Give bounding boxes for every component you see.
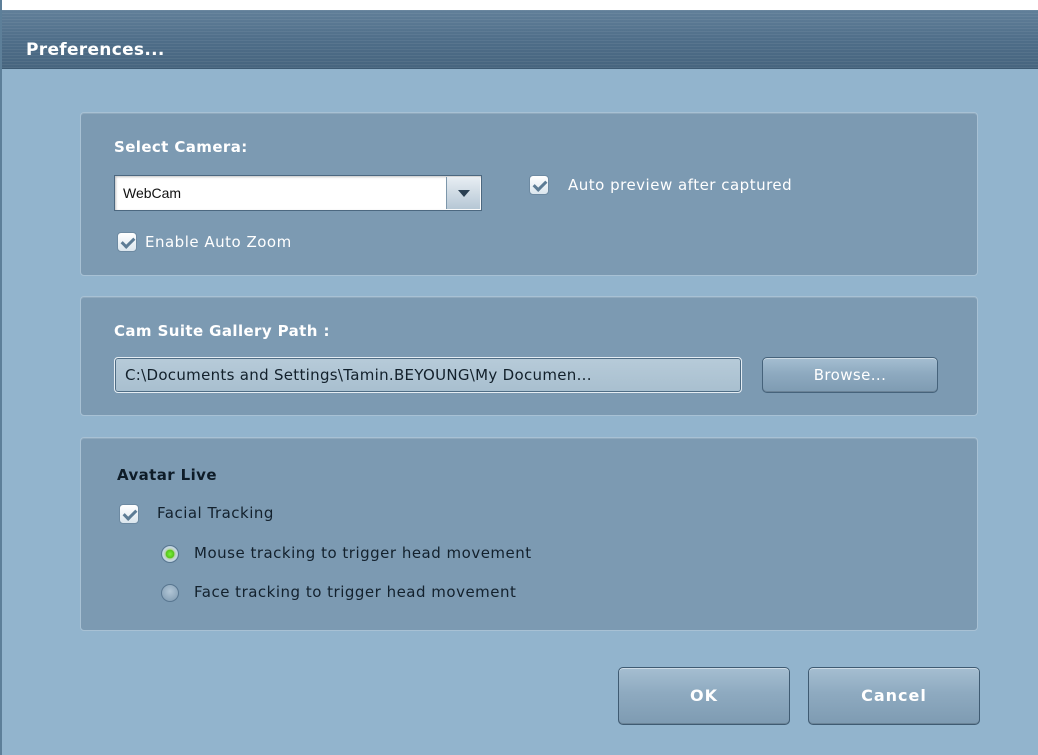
gallery-path-field[interactable]: C:\Documents and Settings\Tamin.BEYOUNG\… [114,357,742,393]
title-bar[interactable]: Preferences... [2,10,1038,69]
auto-zoom-checkbox[interactable] [117,232,137,252]
cancel-button[interactable]: Cancel [808,667,980,725]
gallery-heading: Cam Suite Gallery Path : [114,322,330,340]
facial-tracking-label[interactable]: Facial Tracking [157,504,274,522]
auto-preview-label[interactable]: Auto preview after captured [568,176,792,194]
gallery-path-panel: Cam Suite Gallery Path : C:\Documents an… [80,296,978,416]
auto-preview-checkbox[interactable] [529,175,549,195]
camera-select[interactable]: WebCam [114,175,482,211]
ok-button[interactable]: OK [618,667,790,725]
avatar-heading: Avatar Live [117,466,217,484]
mouse-tracking-radio[interactable] [161,545,179,563]
face-tracking-radio[interactable] [161,584,179,602]
camera-heading: Select Camera: [114,138,248,156]
preferences-window: Preferences... Select Camera: WebCam Aut… [0,0,1038,755]
window-title: Preferences... [26,40,165,60]
gallery-path-value: C:\Documents and Settings\Tamin.BEYOUNG\… [125,366,592,384]
camera-panel: Select Camera: WebCam Auto preview after… [80,112,978,276]
browse-button[interactable]: Browse... [762,357,938,393]
avatar-live-panel: Avatar Live Facial Tracking Mouse tracki… [80,437,978,631]
dropdown-button[interactable] [446,177,480,209]
chevron-down-icon [458,190,470,197]
window-top-edge [2,0,1038,10]
facial-tracking-checkbox[interactable] [119,504,139,524]
face-tracking-label[interactable]: Face tracking to trigger head movement [194,583,516,601]
camera-select-value: WebCam [123,185,182,201]
mouse-tracking-label[interactable]: Mouse tracking to trigger head movement [194,544,532,562]
auto-zoom-label[interactable]: Enable Auto Zoom [145,233,292,251]
